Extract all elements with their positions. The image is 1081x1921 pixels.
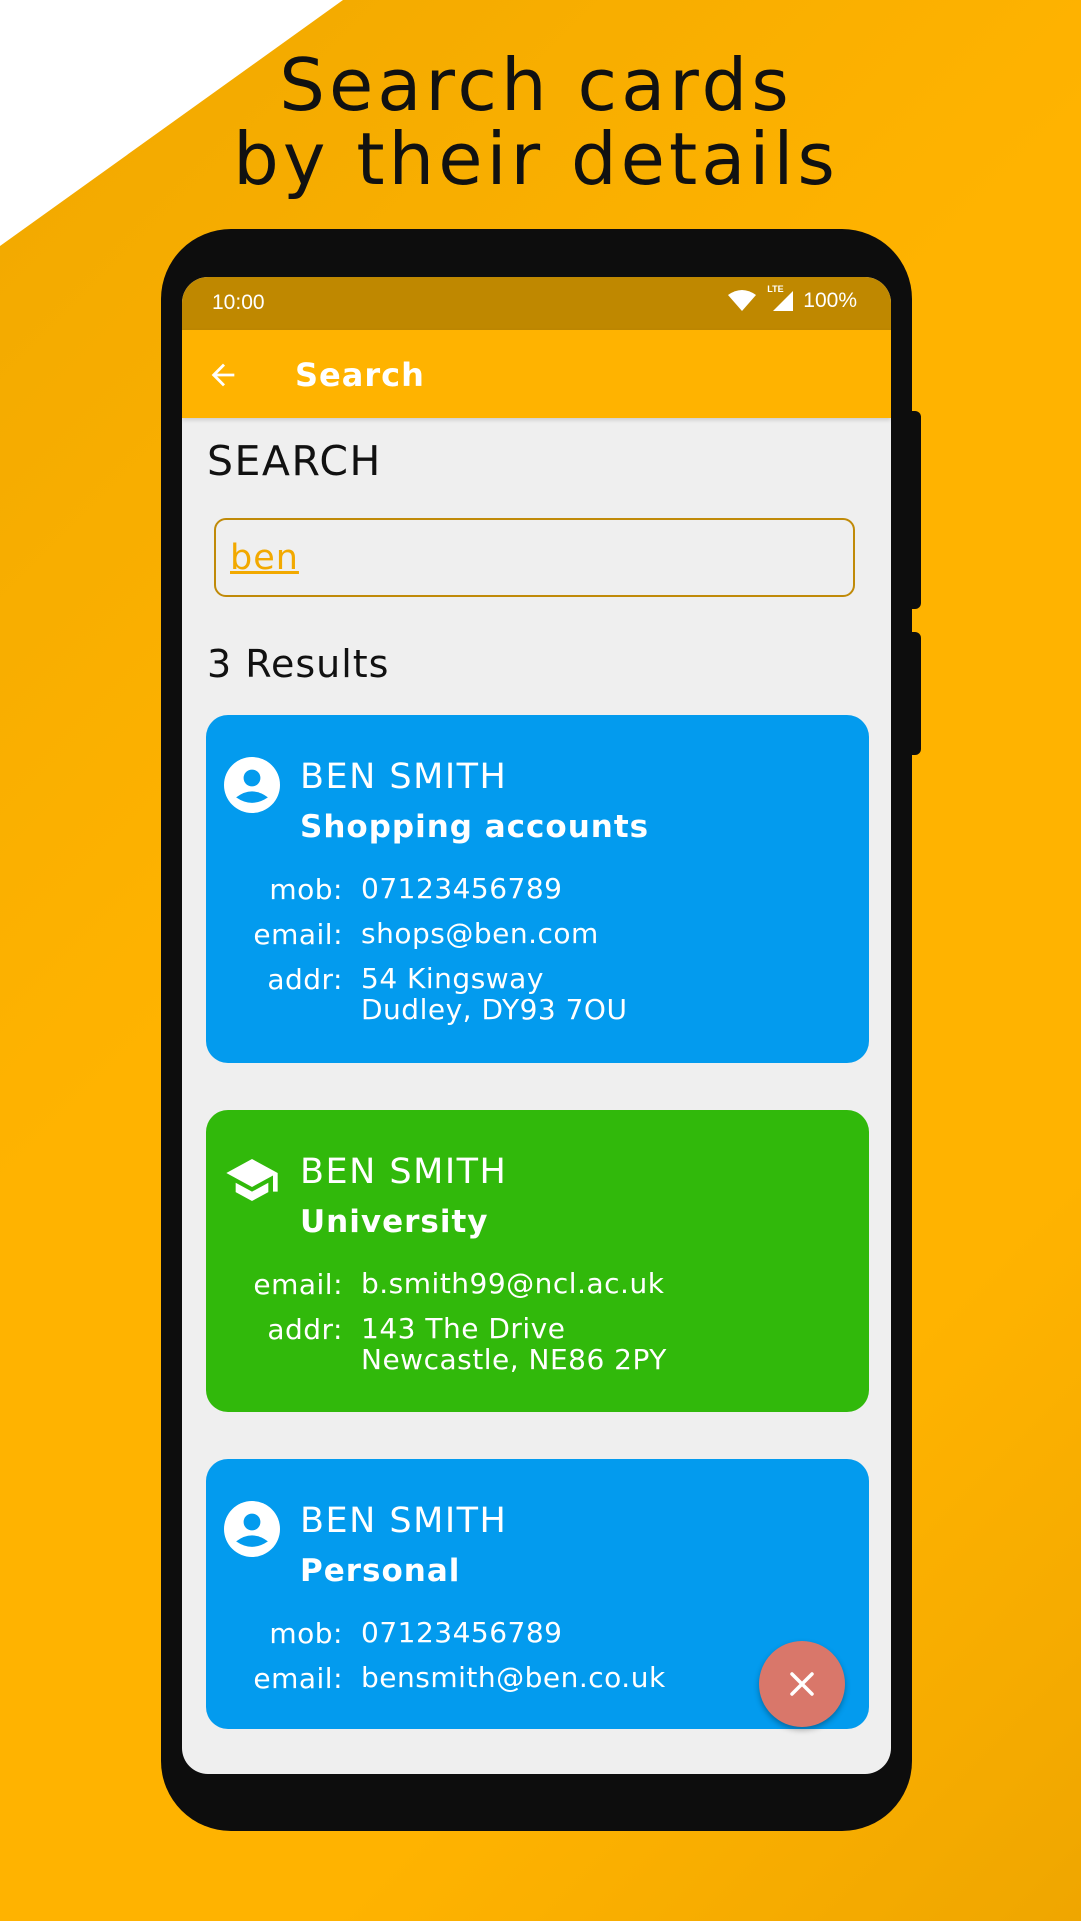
account-circle-icon [224, 1501, 280, 1557]
close-icon [790, 1672, 814, 1696]
school-icon [226, 1159, 278, 1201]
field-value-line-1: 143 The Drive [361, 1312, 566, 1345]
field-value: 07123456789 [361, 1616, 563, 1649]
field-label: email: [253, 1662, 343, 1695]
card-name: BEN SMITH [300, 1152, 508, 1192]
search-input[interactable] [230, 534, 830, 582]
results-count: 3 Results [207, 642, 390, 686]
field-label: email: [253, 1268, 343, 1301]
status-bar: 10:00 LTE 100% [182, 277, 891, 330]
phone-side-button [909, 632, 921, 755]
field-label: email: [253, 918, 343, 951]
field-value: bensmith@ben.co.uk [361, 1661, 666, 1694]
card-category: University [300, 1204, 489, 1240]
headline-line-1: Search cards [279, 43, 793, 127]
result-card[interactable]: BEN SMITH Shopping accounts mob: 0712345… [206, 715, 869, 1063]
search-section-title: SEARCH [207, 437, 382, 485]
headline: Search cards by their details [0, 48, 1072, 196]
phone-side-button [909, 411, 921, 609]
field-label: addr: [267, 1313, 343, 1346]
status-icons: LTE 100% [727, 284, 857, 313]
field-value: b.smith99@ncl.ac.uk [361, 1267, 665, 1300]
field-value-line-1: 54 Kingsway [361, 962, 544, 995]
clear-fab-button[interactable] [759, 1641, 845, 1727]
result-card[interactable]: BEN SMITH University email: b.smith99@nc… [206, 1110, 869, 1412]
status-time: 10:00 [212, 291, 265, 314]
headline-line-2: by their details [233, 117, 839, 201]
app-bar-title: Search [295, 356, 425, 394]
card-category: Shopping accounts [300, 809, 650, 845]
arrow-back-icon[interactable] [206, 358, 240, 392]
card-category: Personal [300, 1553, 461, 1589]
field-value: shops@ben.com [361, 917, 599, 950]
search-field[interactable] [214, 518, 855, 597]
app-bar: Search [182, 330, 891, 418]
card-name: BEN SMITH [300, 1501, 508, 1541]
field-label: mob: [269, 873, 343, 906]
wifi-icon [728, 290, 757, 311]
field-label: mob: [269, 1617, 343, 1650]
field-value-line-2: Newcastle, NE86 2PY [361, 1343, 667, 1376]
field-label: addr: [267, 963, 343, 996]
lte-icon: LTE [765, 284, 795, 312]
account-circle-icon [224, 757, 280, 813]
phone-screen: 10:00 LTE 100% Search SEARCH 3 Results [182, 277, 891, 1774]
battery-percent: 100% [803, 289, 857, 312]
field-value-line-2: Dudley, DY93 7OU [361, 993, 628, 1026]
field-value: 07123456789 [361, 872, 563, 905]
cell-signal-icon [773, 291, 794, 311]
card-name: BEN SMITH [300, 757, 508, 797]
